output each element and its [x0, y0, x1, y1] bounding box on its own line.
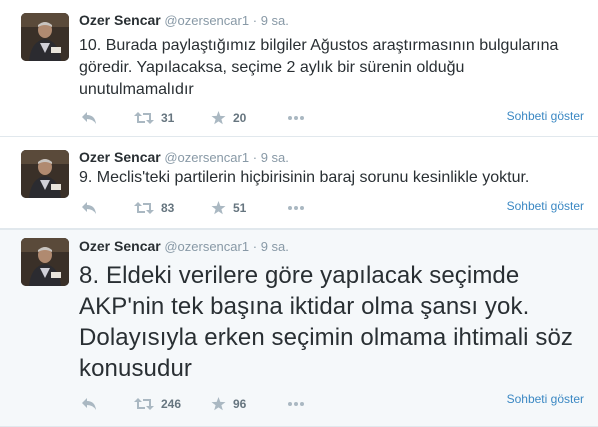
- reply-icon: [82, 202, 96, 214]
- retweet-icon: [134, 202, 154, 214]
- tweet-3[interactable]: Ozer Sencar @ozersencar1 · 9 sa. 8. Elde…: [0, 229, 598, 427]
- tweet-header: Ozer Sencar @ozersencar1 · 9 sa.: [79, 149, 289, 166]
- more-icon: [288, 116, 304, 120]
- retweet-button[interactable]: 83: [134, 201, 174, 215]
- tweet-header: Ozer Sencar @ozersencar1 · 9 sa.: [79, 238, 289, 255]
- retweet-count: 31: [161, 111, 175, 125]
- author-handle[interactable]: @ozersencar1: [164, 13, 249, 28]
- star-icon: [211, 111, 226, 125]
- reply-button[interactable]: [81, 397, 97, 411]
- author-name[interactable]: Ozer Sencar: [79, 238, 161, 254]
- reply-icon: [82, 112, 96, 124]
- favorite-button[interactable]: 96: [211, 397, 246, 411]
- retweet-icon: [134, 398, 154, 410]
- author-handle[interactable]: @ozersencar1: [164, 239, 249, 254]
- more-icon: [288, 402, 304, 406]
- retweet-icon: [134, 112, 154, 124]
- show-conversation-link[interactable]: Sohbeti göster: [507, 109, 584, 123]
- timestamp[interactable]: 9 sa.: [261, 239, 289, 254]
- more-icon: [288, 206, 304, 210]
- favorite-button[interactable]: 51: [211, 201, 246, 215]
- more-button[interactable]: [287, 205, 305, 211]
- separator-dot: ·: [252, 239, 258, 254]
- timestamp[interactable]: 9 sa.: [261, 150, 289, 165]
- star-icon: [211, 397, 226, 411]
- favorite-button[interactable]: 20: [211, 111, 246, 125]
- author-name[interactable]: Ozer Sencar: [79, 12, 161, 28]
- star-icon: [211, 201, 226, 215]
- tweet-text: 9. Meclis'teki partilerin hiçbirisinin b…: [79, 169, 530, 186]
- more-button[interactable]: [287, 115, 305, 121]
- timestamp[interactable]: 9 sa.: [261, 13, 289, 28]
- retweet-button[interactable]: 246: [134, 397, 181, 411]
- show-conversation-link[interactable]: Sohbeti göster: [507, 392, 584, 406]
- favorite-count: 20: [233, 111, 247, 125]
- reply-button[interactable]: [81, 111, 97, 125]
- tweet-text: 8. Eldeki verilere göre yapılacak seçimd…: [79, 262, 573, 382]
- more-button[interactable]: [287, 401, 305, 407]
- retweet-count: 246: [161, 397, 182, 411]
- retweet-count: 83: [161, 201, 175, 215]
- favorite-count: 96: [233, 397, 247, 411]
- reply-icon: [82, 398, 96, 410]
- avatar[interactable]: [21, 13, 69, 61]
- reply-button[interactable]: [81, 201, 97, 215]
- show-conversation-link[interactable]: Sohbeti göster: [507, 199, 584, 213]
- tweet-text: 10. Burada paylaştığımız bilgiler Ağusto…: [79, 37, 559, 98]
- avatar[interactable]: [21, 150, 69, 198]
- tweet-1[interactable]: Ozer Sencar @ozersencar1 · 9 sa. 10. Bur…: [0, 0, 598, 137]
- separator-dot: ·: [252, 150, 258, 165]
- avatar[interactable]: [21, 238, 69, 286]
- favorite-count: 51: [233, 201, 247, 215]
- tweet-2[interactable]: Ozer Sencar @ozersencar1 · 9 sa. 9. Mecl…: [0, 137, 598, 229]
- author-name[interactable]: Ozer Sencar: [79, 149, 161, 165]
- author-handle[interactable]: @ozersencar1: [164, 150, 249, 165]
- tweet-header: Ozer Sencar @ozersencar1 · 9 sa.: [79, 12, 289, 29]
- separator-dot: ·: [252, 13, 258, 28]
- retweet-button[interactable]: 31: [134, 111, 174, 125]
